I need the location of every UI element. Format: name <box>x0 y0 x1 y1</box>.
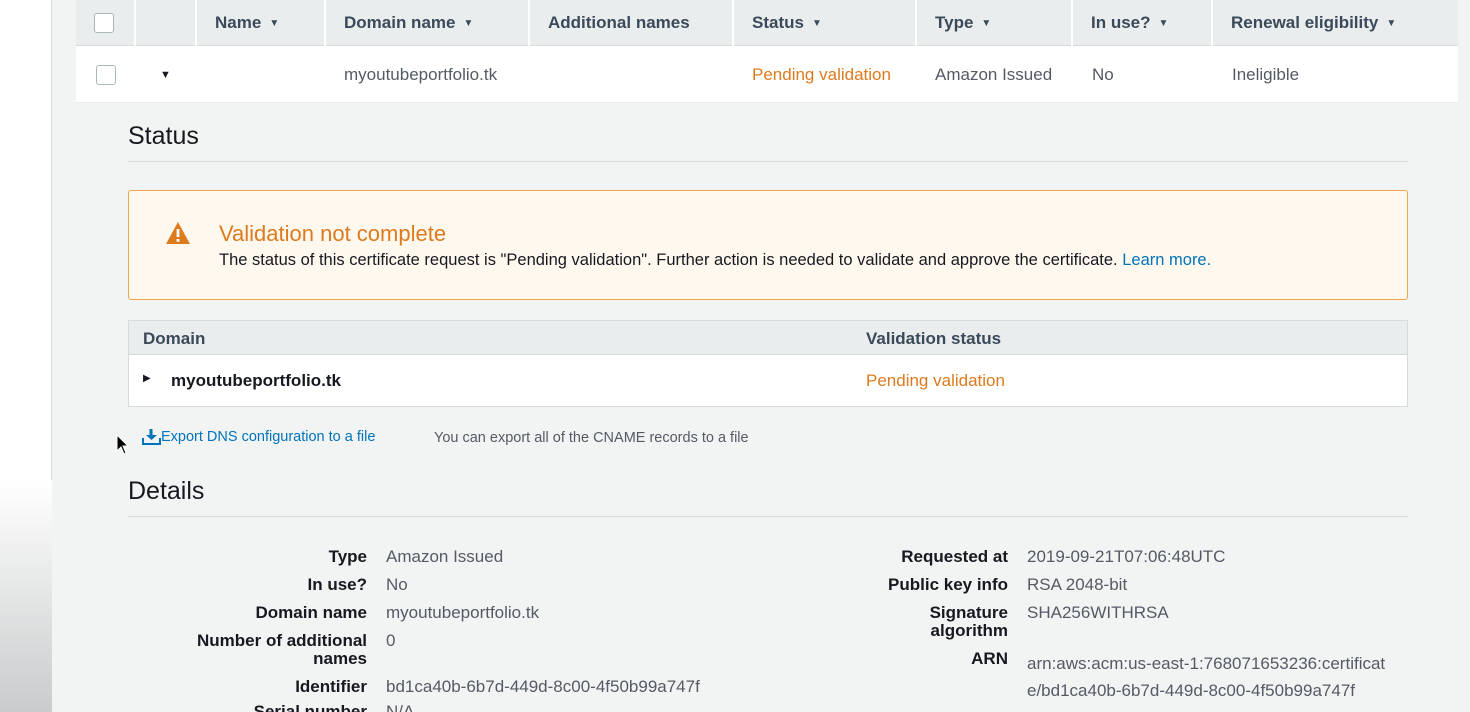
certificates-table-header: Name ▼ Domain name ▼ Additional names Stat… <box>76 0 1458 46</box>
alert-title: Validation not complete <box>219 221 447 246</box>
expand-caret-icon[interactable]: ▶ <box>143 373 151 384</box>
column-header-domain-name[interactable]: Domain name ▼ <box>326 0 530 46</box>
detail-value-signature-algorithm: SHA256WITHRSA <box>1027 603 1169 622</box>
row-renewal-eligibility: Ineligible <box>1232 64 1300 84</box>
select-all-cell <box>76 0 136 46</box>
column-header-name-label: Name <box>215 13 262 32</box>
column-header-status[interactable]: Status ▼ <box>734 0 917 46</box>
detail-value-type: Amazon Issued <box>386 547 504 566</box>
detail-label-arn: ARN <box>971 649 1008 668</box>
column-header-domain-name-label: Domain name <box>344 13 456 32</box>
row-status: Pending validation <box>752 64 891 84</box>
column-header-type[interactable]: Type ▼ <box>917 0 1073 46</box>
detail-label-serial-number: Serial number <box>253 702 367 712</box>
detail-value-in-use: No <box>386 575 408 594</box>
details-divider <box>128 516 1408 517</box>
detail-label-in-use: In use? <box>307 575 367 594</box>
column-header-validation-status: Validation status <box>866 329 1002 348</box>
download-icon <box>142 429 161 445</box>
column-header-in-use-label: In use? <box>1091 13 1151 32</box>
sort-caret-icon: ▼ <box>463 17 474 29</box>
export-note: You can export all of the CNAME records … <box>434 430 749 446</box>
detail-label-additional-names: Number of additional names <box>197 631 367 668</box>
domain-validation-table: Domain Validation status ▶ myoutubeportf… <box>128 320 1408 407</box>
validation-alert: Validation not complete The status of th… <box>128 190 1408 300</box>
detail-value-arn: arn:aws:acm:us-east-1:768071653236:certi… <box>1027 654 1386 700</box>
learn-more-link[interactable]: Learn more. <box>1122 251 1211 269</box>
column-header-status-label: Status <box>752 13 804 32</box>
status-divider <box>128 161 1408 162</box>
column-header-renewal-eligibility[interactable]: Renewal eligibility ▼ <box>1213 0 1458 46</box>
detail-value-additional-names: 0 <box>386 631 396 650</box>
mouse-cursor-icon <box>116 434 130 455</box>
column-header-type-label: Type <box>935 13 974 32</box>
column-header-additional-names: Additional names <box>530 0 734 46</box>
sort-caret-icon: ▼ <box>1386 17 1397 29</box>
sort-caret-icon: ▼ <box>269 17 280 29</box>
certificate-page: Name ▼ Domain name ▼ Additional names Stat… <box>52 0 1470 712</box>
row-checkbox[interactable] <box>96 64 116 85</box>
alert-body: The status of this certificate request i… <box>219 251 1211 270</box>
validation-status-cell: Pending validation <box>866 371 1005 390</box>
warning-icon <box>166 222 190 244</box>
detail-label-type: Type <box>328 547 367 566</box>
export-dns-link[interactable]: Export DNS configuration to a file <box>142 428 375 445</box>
column-header-domain: Domain <box>143 329 206 348</box>
expand-column-header <box>136 0 197 46</box>
detail-value-domain-name: myoutubeportfolio.tk <box>386 603 540 622</box>
select-all-checkbox[interactable] <box>94 13 114 33</box>
sort-caret-icon: ▼ <box>1158 17 1169 29</box>
row-in-use: No <box>1092 64 1114 84</box>
status-section-title: Status <box>128 122 199 150</box>
row-select-cell <box>96 46 116 103</box>
detail-label-domain-name: Domain name <box>255 603 367 622</box>
identifier-link[interactable]: bd1ca40b-6b7d-449d-8c00-4f50b99a747f <box>386 678 700 696</box>
detail-value-public-key-info: RSA 2048-bit <box>1027 575 1128 594</box>
detail-label-public-key-info: Public key info <box>888 575 1008 594</box>
table-row[interactable]: ▼ myoutubeportfolio.tk Pending validatio… <box>76 46 1458 103</box>
detail-label-signature-algorithm: Signature algorithm <box>929 603 1008 640</box>
detail-value-requested-at: 2019-09-21T07:06:48UTC <box>1027 547 1226 566</box>
row-type: Amazon Issued <box>935 64 1053 84</box>
detail-label-requested-at: Requested at <box>901 547 1008 566</box>
column-header-renewal-label: Renewal eligibility <box>1231 13 1379 32</box>
column-header-in-use[interactable]: In use? ▼ <box>1073 0 1213 46</box>
column-header-additional-names-label: Additional names <box>548 13 690 32</box>
domain-cell: myoutubeportfolio.tk <box>171 371 341 390</box>
rail-shade <box>0 480 52 712</box>
detail-label-identifier: Identifier <box>295 677 367 696</box>
export-dns-link-label: Export DNS configuration to a file <box>161 428 376 445</box>
row-domain-name: myoutubeportfolio.tk <box>344 64 498 84</box>
sort-caret-icon: ▼ <box>981 17 992 29</box>
details-section-title: Details <box>128 477 205 505</box>
detail-value-serial-number: N/A <box>386 702 415 712</box>
collapse-caret-icon[interactable]: ▼ <box>160 46 171 103</box>
alert-body-text: The status of this certificate request i… <box>219 251 1118 269</box>
domain-table-header: Domain Validation status <box>129 321 1407 355</box>
sort-caret-icon: ▼ <box>811 17 822 29</box>
column-header-name[interactable]: Name ▼ <box>197 0 326 46</box>
